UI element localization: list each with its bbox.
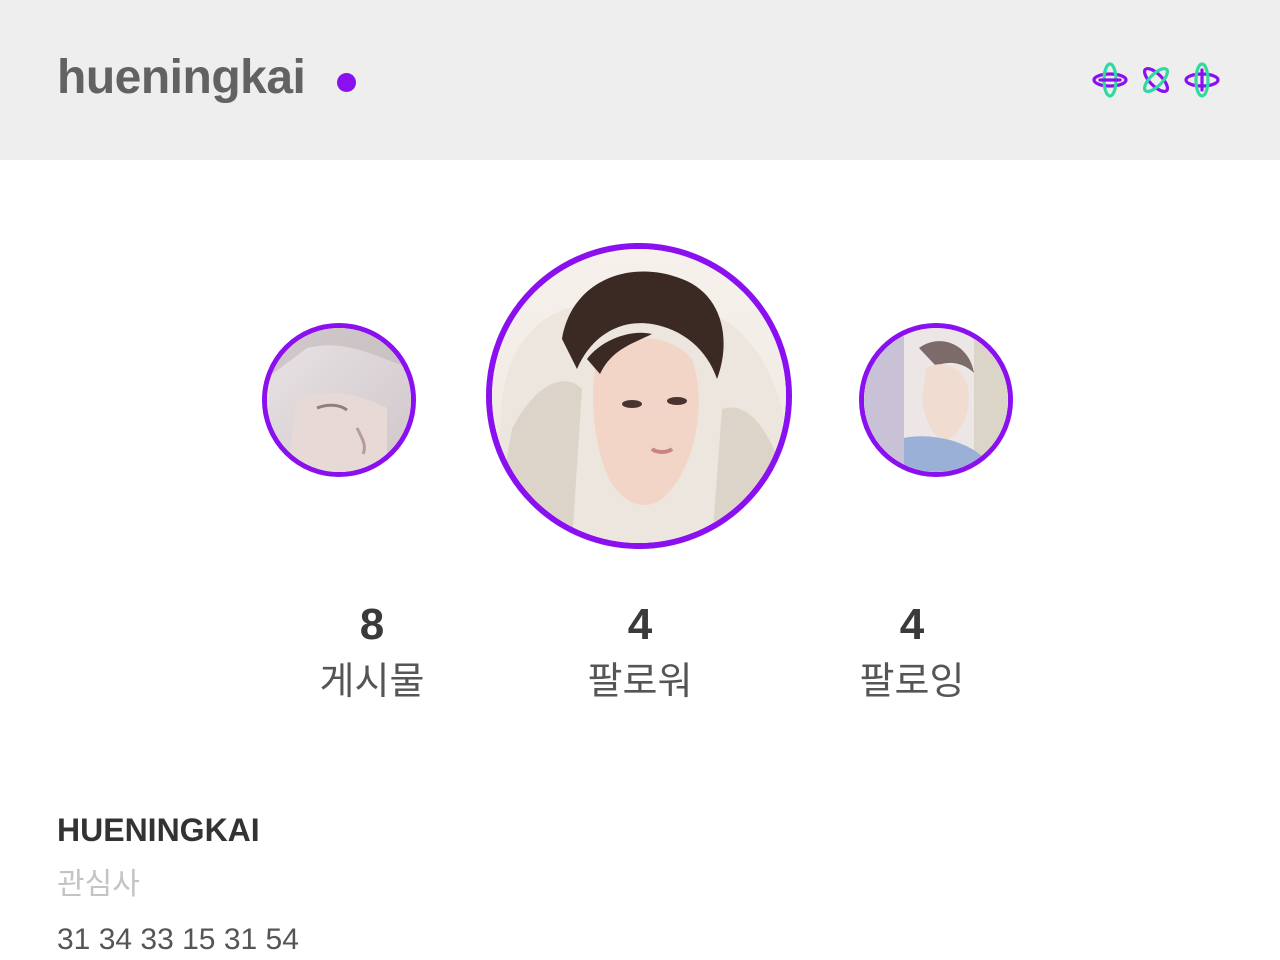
following-stat[interactable]: 4 팔로잉 — [802, 598, 1022, 706]
profile-header: hueningkai — [0, 0, 1280, 160]
profile-bio: 31 34 33 15 31 54 — [57, 923, 299, 956]
following-count: 4 — [899, 600, 925, 649]
followers-stat[interactable]: 4 팔로워 — [530, 598, 750, 706]
posts-stat[interactable]: 8 게시물 — [262, 598, 482, 706]
username-title: hueningkai — [57, 51, 306, 104]
followers-count: 4 — [627, 600, 653, 649]
txt-logo-icon[interactable] — [1088, 58, 1224, 102]
story-highlight-avatar-left[interactable] — [262, 323, 416, 477]
status-dot — [337, 73, 356, 92]
story-highlight-avatar-right[interactable] — [859, 323, 1013, 477]
followers-label: 팔로워 — [587, 659, 693, 703]
profile-avatar[interactable] — [486, 243, 792, 549]
display-name: HUENINGKAI — [57, 812, 260, 848]
following-label: 팔로잉 — [859, 659, 965, 703]
posts-count: 8 — [359, 600, 385, 649]
profile-category: 관심사 — [57, 867, 140, 902]
posts-label: 게시물 — [319, 659, 425, 703]
